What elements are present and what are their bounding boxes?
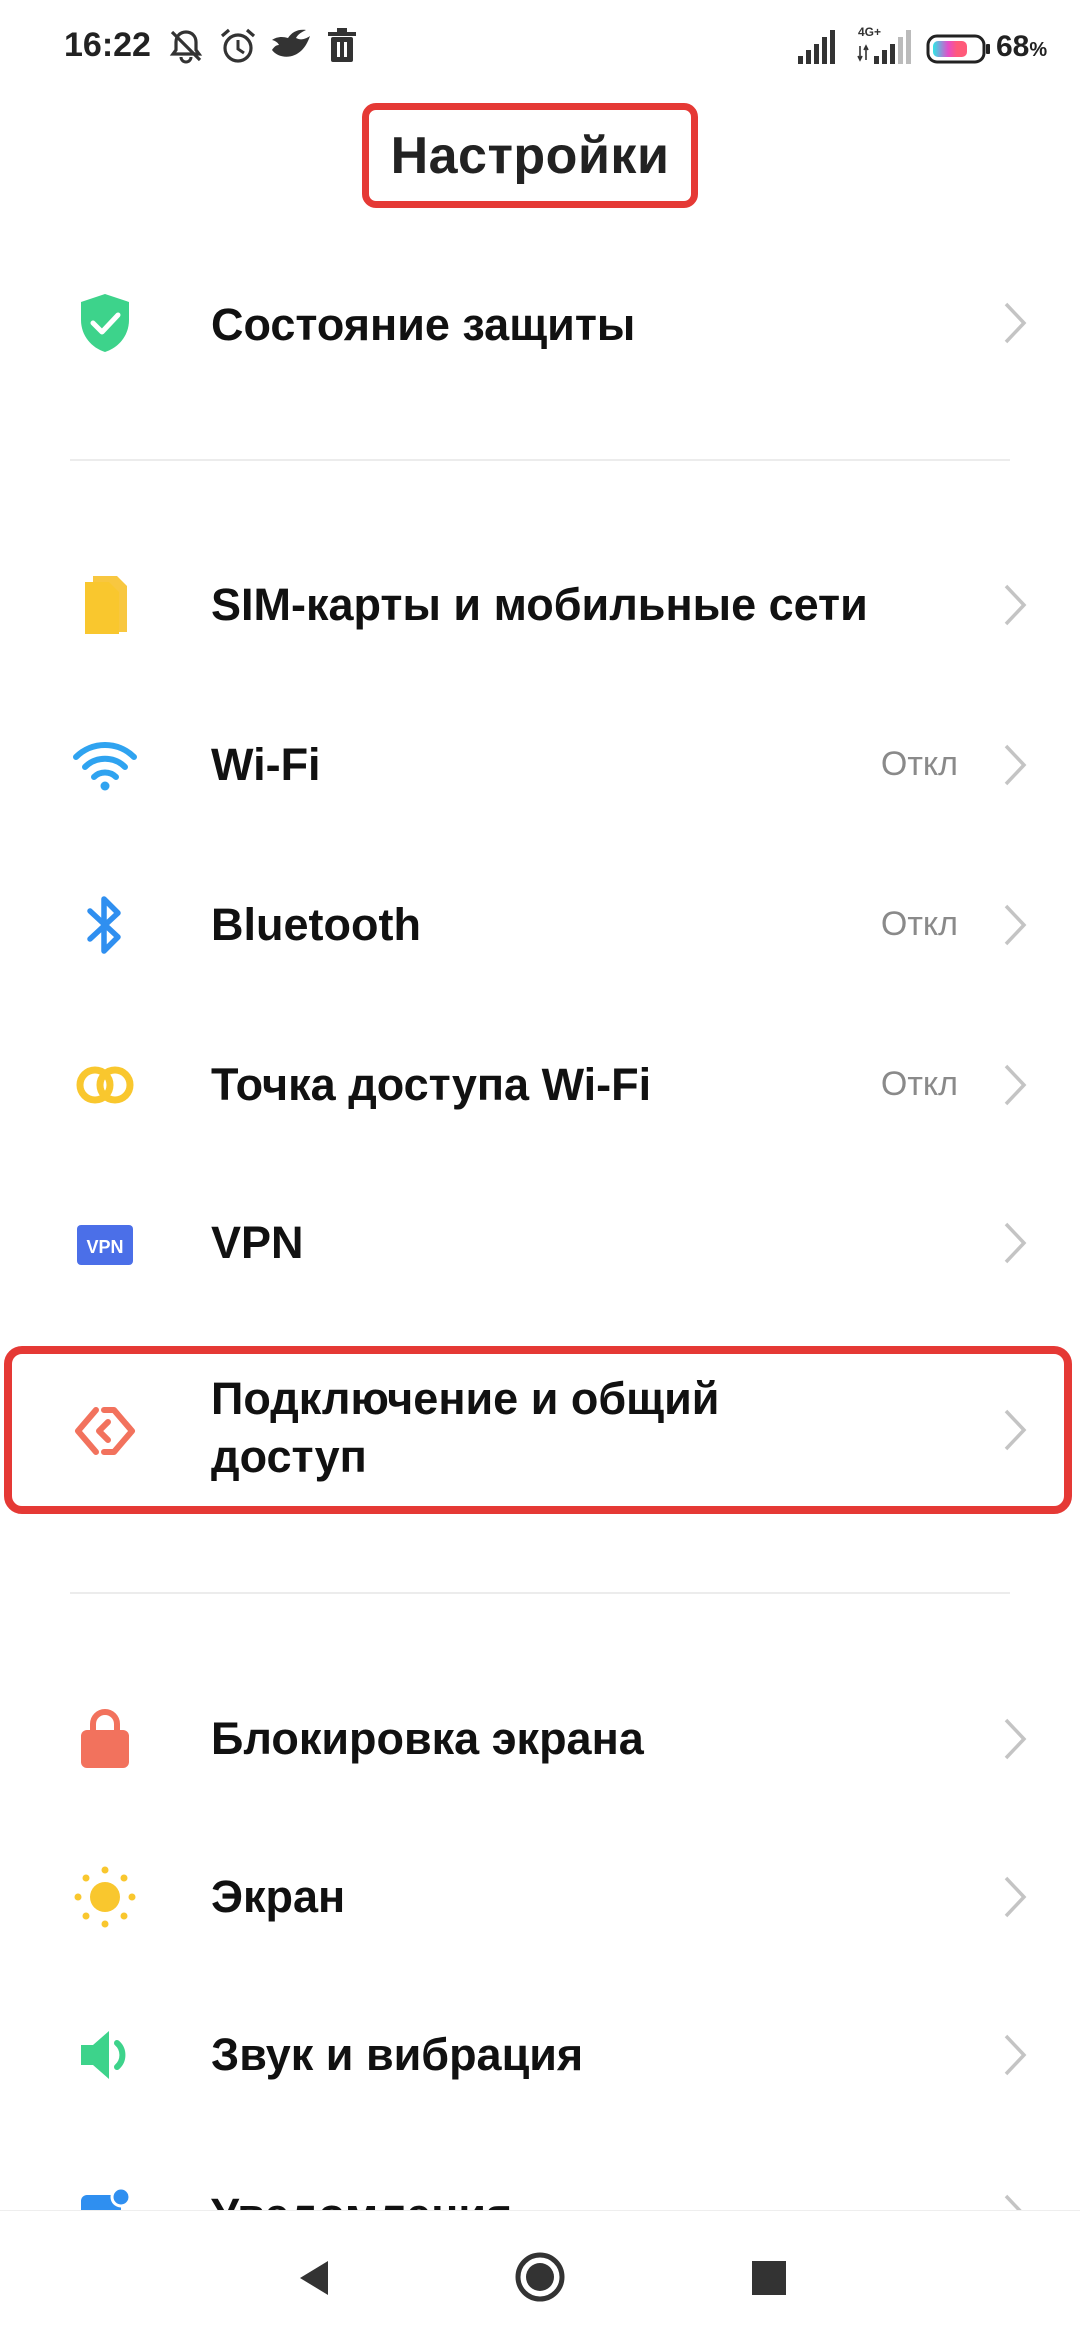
highlight-box <box>4 1346 1072 1514</box>
battery-percent: 68% <box>996 30 1048 63</box>
wifi-icon <box>70 730 140 800</box>
settings-item-value: Откл <box>880 745 958 783</box>
battery-icon <box>926 34 992 69</box>
settings-item-vpn[interactable]: VPN VPN <box>0 1168 1080 1318</box>
hotspot-icon <box>70 1050 140 1120</box>
settings-item-bluetooth[interactable]: Bluetooth Откл <box>0 850 1080 1000</box>
settings-item-label: VPN <box>211 1217 304 1268</box>
settings-item-label: Wi-Fi <box>211 739 321 790</box>
settings-item-label: SIM-карты и мобильные сети <box>211 579 868 630</box>
sun-icon <box>70 1862 140 1932</box>
settings-item-label: Точка доступа Wi-Fi <box>211 1059 652 1110</box>
divider <box>70 459 1010 461</box>
settings-item-security-status[interactable]: Состояние защиты <box>0 248 1080 398</box>
muted-alarm-icon <box>166 26 206 66</box>
signal-4g-icon: 4G+ <box>856 24 918 71</box>
settings-item-value: Откл <box>880 905 958 943</box>
status-time: 16:22 <box>64 26 151 64</box>
sim-card-icon <box>70 570 140 640</box>
settings-item-sound[interactable]: Звук и вибрация <box>0 1980 1080 2130</box>
settings-item-sim-cards[interactable]: SIM-карты и мобильные сети <box>0 530 1080 680</box>
chevron-right-icon <box>998 580 1032 630</box>
settings-item-wifi[interactable]: Wi-Fi Откл <box>0 690 1080 840</box>
signal-icon <box>796 28 840 69</box>
divider <box>70 1592 1010 1594</box>
recents-icon[interactable] <box>744 2253 794 2303</box>
alarm-clock-icon <box>218 26 258 66</box>
page-title-highlight: Настройки <box>362 103 698 208</box>
settings-item-lock-screen[interactable]: Блокировка экрана <box>0 1664 1080 1814</box>
back-icon[interactable] <box>290 2253 340 2303</box>
lock-icon <box>70 1704 140 1774</box>
chevron-right-icon <box>998 740 1032 790</box>
chevron-right-icon <box>998 1218 1032 1268</box>
chevron-right-icon <box>998 900 1032 950</box>
navigation-bar <box>0 2210 1080 2340</box>
svg-text:4G+: 4G+ <box>858 25 881 39</box>
status-bar: 16:22 4G+ 68% <box>0 0 1080 92</box>
bird-icon <box>268 26 310 66</box>
settings-item-label: Звук и вибрация <box>211 2029 584 2080</box>
speaker-icon <box>70 2020 140 2090</box>
home-icon[interactable] <box>512 2249 568 2305</box>
trash-icon <box>322 26 362 66</box>
chevron-right-icon <box>998 1872 1032 1922</box>
shield-check-icon <box>70 288 140 358</box>
bluetooth-icon <box>70 890 140 960</box>
settings-item-label: Блокировка экрана <box>211 1713 644 1764</box>
settings-item-label: Состояние защиты <box>211 299 636 350</box>
chevron-right-icon <box>998 1060 1032 1110</box>
settings-item-label: Bluetooth <box>211 899 421 950</box>
page-title: Настройки <box>390 126 670 185</box>
chevron-right-icon <box>998 298 1032 348</box>
settings-item-label: Экран <box>211 1871 346 1922</box>
chevron-right-icon <box>998 1714 1032 1764</box>
settings-item-value: Откл <box>880 1065 958 1103</box>
vpn-icon: VPN <box>70 1210 140 1280</box>
svg-text:VPN: VPN <box>86 1237 123 1257</box>
settings-item-display[interactable]: Экран <box>0 1822 1080 1972</box>
settings-item-hotspot[interactable]: Точка доступа Wi-Fi Откл <box>0 1010 1080 1160</box>
chevron-right-icon <box>998 2030 1032 2080</box>
